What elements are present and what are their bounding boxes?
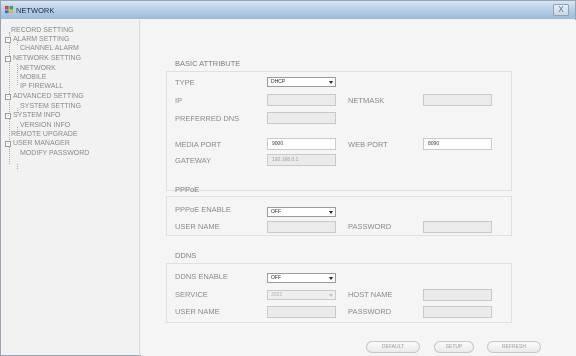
tree-item-label: ADVANCED SETTING	[13, 93, 84, 100]
close-button[interactable]: X	[553, 4, 569, 16]
tree-item-ip-firewall[interactable]: IP FIREWALL	[20, 83, 63, 91]
pppoe-password-label: PASSWORD	[348, 222, 392, 231]
ddns-title: DDNS	[175, 251, 197, 260]
ddns-service-select[interactable]: 3322	[267, 290, 336, 300]
tree-item-system-setting[interactable]: SYSTEM SETTING	[20, 103, 81, 111]
tree-item-label: USER MANAGER	[13, 140, 70, 147]
ddns-enable-value: OFF	[271, 275, 281, 281]
tree-item-label: MOBILE	[20, 74, 47, 81]
tree-item-alarm-setting[interactable]: - ALARM SETTING	[5, 36, 69, 44]
tree-item-label: NETWORK	[20, 65, 56, 72]
ddns-host-name-label: HOST NAME	[348, 290, 393, 299]
pppoe-user-name-label: USER NAME	[175, 222, 220, 231]
dropdown-arrow-icon	[329, 277, 333, 280]
ddns-service-label: SERVICE	[175, 290, 208, 299]
tree-item-label: ALARM SETTING	[13, 36, 70, 43]
ddns-user-name-label: USER NAME	[175, 307, 220, 316]
collapse-icon[interactable]: -	[5, 56, 11, 62]
collapse-icon[interactable]: -	[5, 113, 11, 119]
dropdown-arrow-icon	[329, 211, 333, 214]
tree-connector	[17, 164, 18, 169]
network-settings-panel: BASIC ATTRIBUTE TYPE DHCP IP NETMASK PRE…	[141, 20, 576, 356]
pppoe-title: PPPoE	[175, 185, 200, 194]
media-port-label: MEDIA PORT	[175, 140, 222, 149]
ddns-host-name-field[interactable]	[423, 289, 492, 301]
title-bar[interactable]: NETWORK X	[1, 1, 575, 19]
tree-item-label: CHANNEL ALARM	[20, 45, 79, 52]
window-title: NETWORK	[16, 6, 55, 15]
pppoe-enable-value: OFF	[271, 209, 281, 215]
settings-tree: RECORD SETTING - ALARM SETTING CHANNEL AL…	[3, 22, 139, 355]
preferred-dns-field[interactable]	[267, 112, 336, 124]
ddns-enable-label: DDNS ENABLE	[175, 272, 228, 281]
gateway-field[interactable]: 192.168.0.1	[267, 154, 336, 166]
ip-label: IP	[175, 96, 183, 105]
tree-item-label: IP FIREWALL	[20, 83, 64, 90]
collapse-icon[interactable]: -	[5, 94, 11, 100]
type-select[interactable]: DHCP	[267, 77, 336, 87]
dropdown-arrow-icon	[329, 81, 333, 84]
ddns-enable-select[interactable]: OFF	[267, 273, 336, 283]
pppoe-user-name-field[interactable]	[267, 221, 336, 233]
refresh-button[interactable]: REFRESH	[487, 341, 541, 353]
tree-item-record-setting[interactable]: RECORD SETTING	[11, 27, 74, 35]
ddns-password-label: PASSWORD	[348, 307, 392, 316]
ddns-user-name-field[interactable]	[267, 306, 336, 318]
pppoe-enable-label: PPPoE ENABLE	[175, 205, 231, 214]
basic-attribute-group	[166, 71, 512, 191]
tree-item-remote-upgrade[interactable]: REMOTE UPGRADE	[11, 131, 78, 139]
tree-item-network-setting[interactable]: - NETWORK SETTING	[5, 55, 81, 63]
type-label: TYPE	[175, 78, 195, 87]
tree-connector	[17, 64, 18, 85]
basic-attribute-title: BASIC ATTRIBUTE	[175, 59, 241, 68]
tree-item-label: MODIFY PASSWORD	[20, 150, 90, 157]
tree-item-version-info[interactable]: VERSION INFO	[20, 122, 70, 130]
tree-item-user-manager[interactable]: - USER MANAGER	[5, 140, 70, 148]
tree-item-channel-alarm[interactable]: CHANNEL ALARM	[20, 45, 79, 53]
gateway-label: GATEWAY	[175, 156, 212, 165]
netmask-field[interactable]	[423, 94, 492, 106]
tree-item-advanced-setting[interactable]: - ADVANCED SETTING	[5, 93, 84, 101]
preferred-dns-label: PREFERRED DNS	[175, 114, 240, 123]
tree-item-network[interactable]: NETWORK	[20, 65, 56, 73]
ip-field[interactable]	[267, 94, 336, 106]
pane-divider	[139, 20, 140, 356]
web-port-field[interactable]: 8090	[423, 138, 492, 150]
tree-item-label: SYSTEM INFO	[13, 112, 61, 119]
collapse-icon[interactable]: -	[5, 37, 11, 43]
tree-item-system-info[interactable]: - SYSTEM INFO	[5, 112, 60, 120]
pppoe-password-field[interactable]	[423, 221, 492, 233]
web-port-label: WEB PORT	[348, 140, 388, 149]
media-port-field[interactable]: 9000	[267, 138, 336, 150]
ddns-password-field[interactable]	[423, 306, 492, 318]
tree-item-label: SYSTEM SETTING	[20, 103, 82, 110]
tree-item-label: VERSION INFO	[20, 122, 71, 129]
tree-item-label: REMOTE UPGRADE	[11, 131, 78, 138]
tree-item-label: RECORD SETTING	[11, 27, 74, 34]
ddns-service-value: 3322	[271, 292, 283, 298]
pppoe-enable-select[interactable]: OFF	[267, 207, 336, 217]
default-button[interactable]: DEFAULT	[366, 341, 420, 353]
type-select-value: DHCP	[271, 79, 286, 85]
app-icon	[5, 5, 14, 14]
network-window: NETWORK X RECORD SETTING - ALARM SETTING …	[0, 0, 576, 356]
netmask-label: NETMASK	[348, 96, 385, 105]
collapse-icon[interactable]: -	[5, 141, 11, 147]
tree-item-label: NETWORK SETTING	[13, 55, 82, 62]
setup-button[interactable]: SETUP	[434, 341, 474, 353]
tree-item-modify-password[interactable]: MODIFY PASSWORD	[20, 150, 89, 158]
dropdown-arrow-icon	[329, 294, 333, 297]
tree-item-mobile[interactable]: MOBILE	[20, 74, 46, 82]
